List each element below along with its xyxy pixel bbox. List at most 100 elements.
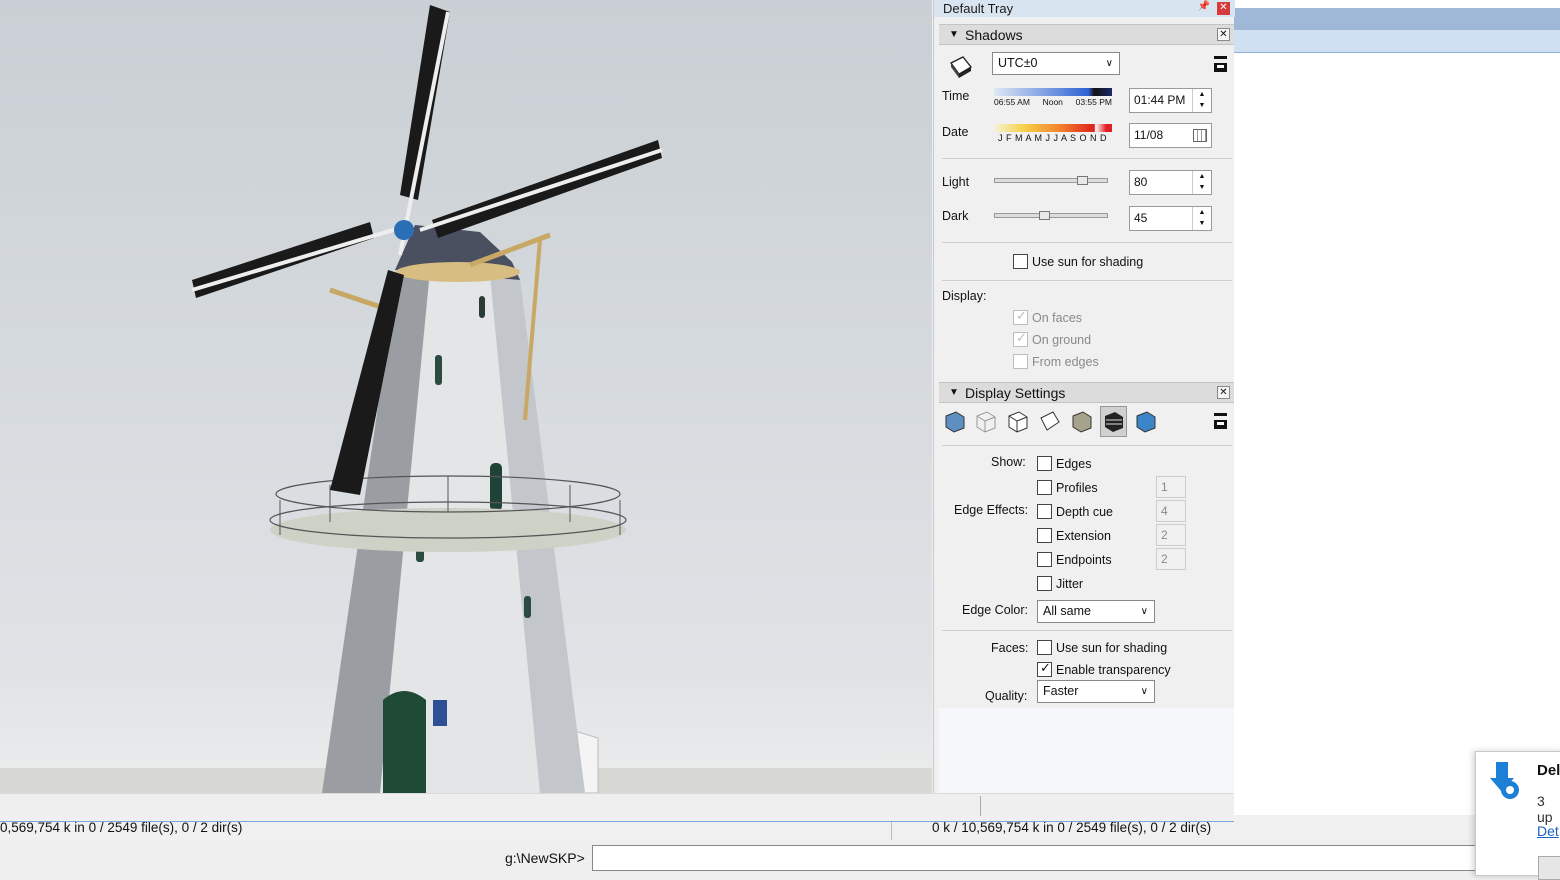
dark-slider[interactable]	[994, 213, 1108, 218]
enable-transparency-checkbox[interactable]: ✓	[1037, 660, 1052, 677]
light-value: 80	[1134, 175, 1148, 189]
profiles-checkbox[interactable]	[1037, 480, 1052, 495]
style-xray-icon[interactable]	[944, 410, 966, 434]
spin-up-icon[interactable]: ▲	[1193, 207, 1211, 218]
light-slider[interactable]	[994, 178, 1108, 183]
collapse-triangle-icon[interactable]: ▼	[949, 383, 959, 403]
separator	[942, 242, 1232, 243]
depth-cue-field[interactable]: 4	[1156, 500, 1186, 522]
chevron-down-icon: ∨	[1105, 58, 1113, 69]
shadows-header-label: Shadows	[965, 27, 1023, 43]
dark-slider-thumb[interactable]	[1039, 211, 1050, 220]
time-scale-start: 06:55 AM	[994, 97, 1030, 107]
light-slider-thumb[interactable]	[1077, 176, 1088, 185]
tray-empty-area	[939, 708, 1234, 795]
collapse-triangle-icon[interactable]: ▼	[949, 25, 959, 45]
time-value: 01:44 PM	[1134, 93, 1186, 107]
timezone-select[interactable]: UTC±0 ∨	[992, 52, 1120, 75]
light-label: Light	[942, 175, 970, 189]
endpoints-field[interactable]: 2	[1156, 548, 1186, 570]
use-sun-checkbox[interactable]	[1013, 254, 1028, 269]
time-input[interactable]: 01:44 PM ▲ ▼	[1129, 88, 1212, 113]
check-icon: ✓	[1016, 308, 1027, 323]
toast-details-link[interactable]: Det	[1537, 823, 1559, 839]
shadow-toggle-icon[interactable]	[948, 53, 974, 79]
toast-button[interactable]	[1538, 856, 1560, 880]
endpoints-checkbox[interactable]	[1037, 552, 1052, 567]
from-edges-checkbox[interactable]	[1013, 354, 1028, 369]
shadows-close-icon[interactable]: ✕	[1217, 28, 1230, 41]
spin-up-icon[interactable]: ▲	[1193, 89, 1211, 100]
time-label: Time	[942, 89, 970, 103]
spin-down-icon[interactable]: ▼	[1193, 182, 1211, 193]
show-label: Show:	[991, 455, 1026, 469]
toast-subtitle: 3 up	[1537, 793, 1553, 825]
edge-color-select[interactable]: All same ∨	[1037, 600, 1155, 623]
time-scale: 06:55 AM Noon 03:55 PM	[994, 97, 1112, 107]
tray-title: Default Tray	[934, 0, 1235, 17]
background-window-toolbar	[1234, 30, 1560, 53]
quality-select[interactable]: Faster ∨	[1037, 680, 1155, 703]
style-shaded-icon[interactable]	[1039, 410, 1061, 434]
status-divider	[980, 796, 981, 816]
pin-icon[interactable]: 📌	[1198, 1, 1210, 12]
chevron-down-icon: ∨	[1140, 606, 1148, 617]
quality-value: Faster	[1043, 684, 1079, 698]
notification-toast[interactable]: Del 3 up Det	[1475, 751, 1560, 880]
endpoints-label: Endpoints	[1056, 553, 1112, 567]
check-icon: ✓	[1040, 660, 1051, 675]
download-gear-icon	[1490, 762, 1519, 799]
default-tray: Default Tray 📌 ✕ ▼ Shadows ✕ UTC±0 ∨ Tim…	[933, 0, 1235, 795]
edge-effects-label: Edge Effects:	[954, 503, 1029, 517]
month-letters: J F M A M J J A S O N D	[998, 133, 1108, 143]
light-input[interactable]: 80 ▲ ▼	[1129, 170, 1212, 195]
display-settings-panel-header[interactable]: ▼ Display Settings ✕	[939, 382, 1234, 403]
shadows-panel-header[interactable]: ▼ Shadows ✕	[939, 24, 1234, 45]
style-wireframe-icon[interactable]	[975, 410, 997, 434]
profiles-width-field[interactable]: 1	[1156, 476, 1186, 498]
panel-expand-icon[interactable]	[1214, 56, 1227, 74]
spin-up-icon[interactable]: ▲	[1193, 171, 1211, 182]
status-divider	[891, 822, 892, 840]
quality-label: Quality:	[985, 689, 1028, 703]
spin-down-icon[interactable]: ▼	[1193, 100, 1211, 111]
calendar-icon[interactable]	[1193, 129, 1207, 142]
separator	[942, 445, 1232, 446]
dark-input[interactable]: 45 ▲ ▼	[1129, 206, 1212, 231]
date-input[interactable]: 11/08	[1129, 123, 1212, 148]
tray-close-button[interactable]: ✕	[1217, 2, 1230, 15]
on-ground-label: On ground	[1032, 333, 1092, 347]
dark-spinner[interactable]: ▲ ▼	[1192, 207, 1211, 230]
extension-checkbox[interactable]	[1037, 528, 1052, 543]
extension-field[interactable]: 2	[1156, 524, 1186, 546]
time-spinner[interactable]: ▲ ▼	[1192, 89, 1211, 112]
jitter-checkbox[interactable]	[1037, 576, 1052, 591]
faces-use-sun-label: Use sun for shading	[1056, 641, 1168, 655]
depth-cue-checkbox[interactable]	[1037, 504, 1052, 519]
light-spinner[interactable]: ▲ ▼	[1192, 171, 1211, 194]
faces-label: Faces:	[991, 641, 1029, 655]
date-slider[interactable]	[994, 124, 1112, 132]
status-strip	[0, 793, 1234, 816]
time-slider[interactable]	[994, 88, 1112, 96]
command-input[interactable]	[592, 845, 1482, 871]
viewport-3d[interactable]	[0, 0, 932, 793]
date-label: Date	[942, 125, 969, 139]
style-shaded-textures-icon[interactable]	[1071, 410, 1093, 434]
display-settings-header-label: Display Settings	[965, 385, 1066, 401]
on-faces-checkbox[interactable]: ✓	[1013, 308, 1028, 325]
style-monochrome-icon[interactable]	[1103, 410, 1125, 434]
style-hidden-line-icon[interactable]	[1007, 410, 1029, 434]
faces-use-sun-checkbox[interactable]	[1037, 640, 1052, 655]
panel-expand-icon[interactable]	[1214, 413, 1227, 431]
edges-label: Edges	[1056, 457, 1092, 471]
on-ground-checkbox[interactable]: ✓	[1013, 330, 1028, 347]
enable-transparency-label: Enable transparency	[1056, 663, 1171, 677]
separator	[942, 630, 1232, 631]
style-color-icon[interactable]	[1135, 410, 1157, 434]
display-settings-close-icon[interactable]: ✕	[1217, 386, 1230, 399]
extension-label: Extension	[1056, 529, 1111, 543]
time-scale-noon: Noon	[1042, 97, 1063, 107]
edges-checkbox[interactable]	[1037, 456, 1052, 471]
spin-down-icon[interactable]: ▼	[1193, 218, 1211, 229]
